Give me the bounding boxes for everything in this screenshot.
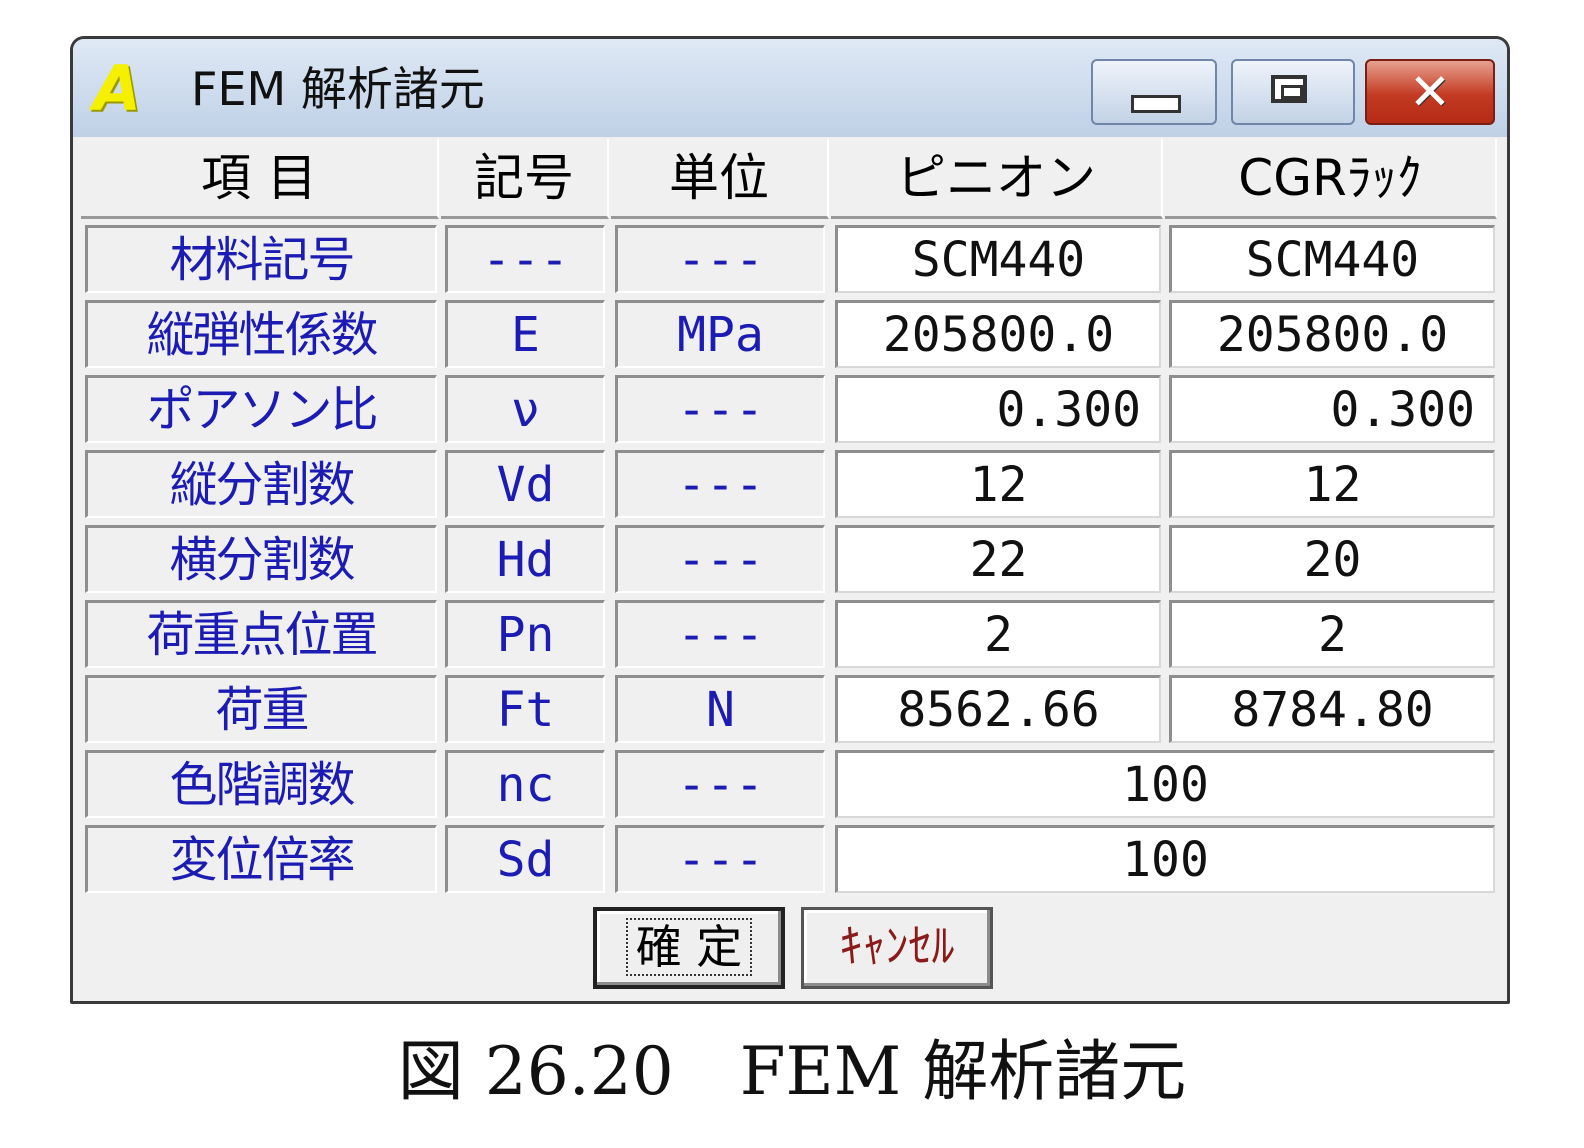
poisson-pinion-field[interactable]: 0.300 [835,375,1161,443]
figure-caption: 図 26.20 FEM 解析諸元 [397,1033,1187,1110]
minimize-icon [1131,95,1181,113]
row-symbol-load: Ft [445,675,605,743]
load-point-pinion-field[interactable]: 2 [835,600,1161,668]
close-icon: ✕ [1409,63,1451,121]
row-label-poisson: ポアソン比 [85,375,437,443]
app-icon: A [93,52,141,125]
modulus-rack-field[interactable]: 205800.0 [1169,300,1495,368]
header-pinion: ピニオン [831,139,1163,219]
row-symbol-horizontal-divisions: Hd [445,525,605,593]
row-unit-poisson: --- [615,375,825,443]
load-point-rack-field[interactable]: 2 [1169,600,1495,668]
row-unit-material: --- [615,225,825,293]
horizontal-divisions-pinion-field[interactable]: 22 [835,525,1161,593]
row-symbol-material: --- [445,225,605,293]
row-label-material: 材料記号 [85,225,437,293]
header-unit: 単位 [611,139,829,219]
row-unit-horizontal-divisions: --- [615,525,825,593]
row-unit-load-point: --- [615,600,825,668]
maximize-icon [1271,75,1307,103]
close-button[interactable]: ✕ [1365,59,1495,125]
row-symbol-load-point: Pn [445,600,605,668]
title-bar[interactable]: A FEM 解析諸元 ✕ [73,39,1507,137]
row-label-displacement-scale: 変位倍率 [85,825,437,893]
row-label-load-point: 荷重点位置 [85,600,437,668]
row-symbol-vertical-divisions: Vd [445,450,605,518]
row-unit-vertical-divisions: --- [615,450,825,518]
displacement-scale-field[interactable]: 100 [835,825,1495,893]
cancel-button[interactable]: ｷｬﾝｾﾙ [801,907,993,989]
horizontal-divisions-rack-field[interactable]: 20 [1169,525,1495,593]
load-rack-field[interactable]: 8784.80 [1169,675,1495,743]
header-symbol: 記号 [441,139,609,219]
row-label-color-levels: 色階調数 [85,750,437,818]
minimize-button[interactable] [1091,59,1217,125]
row-symbol-modulus: E [445,300,605,368]
row-label-load: 荷重 [85,675,437,743]
vertical-divisions-rack-field[interactable]: 12 [1169,450,1495,518]
color-levels-field[interactable]: 100 [835,750,1495,818]
row-unit-modulus: MPa [615,300,825,368]
material-pinion-field[interactable]: SCM440 [835,225,1161,293]
row-label-modulus: 縦弾性係数 [85,300,437,368]
row-unit-load: N [615,675,825,743]
fem-dialog-window: A FEM 解析諸元 ✕ 項 目 記号 単位 ピニオン CGRﾗｯｸ 材料記号 … [70,36,1510,1004]
header-item: 項 目 [81,139,439,219]
confirm-button[interactable]: 確 定 [593,907,785,989]
row-symbol-poisson: ν [445,375,605,443]
window-title: FEM 解析諸元 [191,62,485,116]
row-symbol-color-levels: nc [445,750,605,818]
modulus-pinion-field[interactable]: 205800.0 [835,300,1161,368]
maximize-button[interactable] [1231,59,1355,125]
row-label-vertical-divisions: 縦分割数 [85,450,437,518]
row-label-horizontal-divisions: 横分割数 [85,525,437,593]
confirm-button-label: 確 定 [625,918,753,976]
vertical-divisions-pinion-field[interactable]: 12 [835,450,1161,518]
header-rack: CGRﾗｯｸ [1165,139,1497,219]
material-rack-field[interactable]: SCM440 [1169,225,1495,293]
poisson-rack-field[interactable]: 0.300 [1169,375,1495,443]
row-symbol-displacement-scale: Sd [445,825,605,893]
row-unit-displacement-scale: --- [615,825,825,893]
row-unit-color-levels: --- [615,750,825,818]
load-pinion-field[interactable]: 8562.66 [835,675,1161,743]
